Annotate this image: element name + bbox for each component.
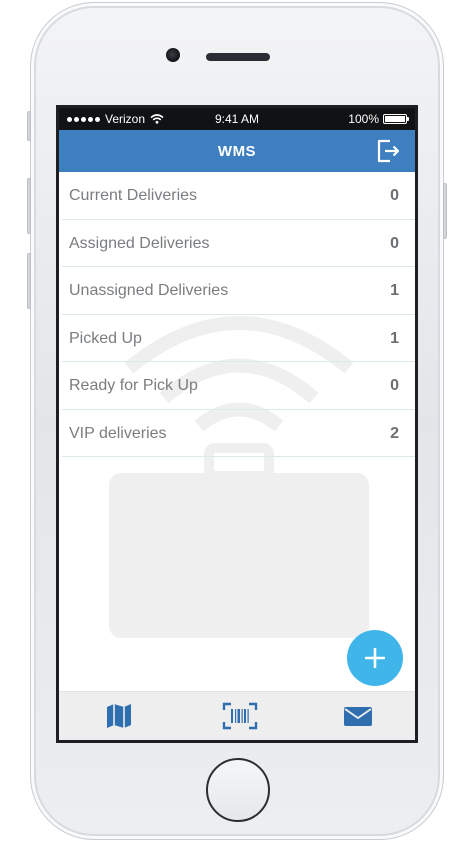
item-count: 0 — [390, 234, 399, 252]
logout-icon[interactable] — [375, 138, 401, 164]
item-count: 0 — [390, 187, 399, 204]
battery-percent: 100% — [348, 112, 379, 126]
nav-bar: WMS — [59, 130, 415, 172]
mute-switch — [27, 111, 31, 141]
volume-up-button — [27, 178, 31, 234]
list-item-picked-up[interactable]: Picked Up 1 — [62, 315, 415, 362]
list-item-ready-for-pick-up[interactable]: Ready for Pick Up 0 — [62, 362, 415, 410]
status-bar: Verizon 9:41 AM 100% — [59, 108, 415, 130]
status-right: 100% — [348, 112, 409, 126]
earpiece-speaker — [206, 53, 270, 61]
mail-icon[interactable] — [342, 702, 374, 730]
barcode-scan-icon[interactable] — [222, 702, 258, 730]
add-button[interactable] — [347, 630, 403, 686]
screen: Verizon 9:41 AM 100% WMS Current Deliver… — [56, 105, 418, 743]
battery-icon — [383, 114, 409, 124]
item-label: Assigned Deliveries — [69, 234, 210, 252]
item-label: VIP deliveries — [69, 424, 167, 442]
front-camera — [166, 48, 180, 62]
list-item-assigned-deliveries[interactable]: Assigned Deliveries 0 — [62, 220, 415, 267]
map-icon[interactable] — [103, 702, 135, 730]
page-title: WMS — [217, 143, 257, 160]
tab-bar — [59, 691, 415, 740]
item-count: 0 — [390, 377, 399, 394]
item-label: Unassigned Deliveries — [69, 282, 229, 299]
power-button — [443, 183, 447, 239]
item-count: 2 — [390, 424, 399, 442]
item-label: Current Deliveries — [69, 187, 198, 204]
volume-down-button — [27, 253, 31, 309]
list-item-current-deliveries[interactable]: Current Deliveries 0 — [62, 172, 415, 220]
list-item-vip-deliveries[interactable]: VIP deliveries 2 — [62, 410, 415, 457]
item-label: Ready for Pick Up — [69, 377, 198, 394]
home-button[interactable] — [206, 758, 270, 822]
item-label: Picked Up — [69, 329, 142, 347]
list-item-unassigned-deliveries[interactable]: Unassigned Deliveries 1 — [62, 267, 415, 315]
item-count: 1 — [390, 282, 399, 299]
item-count: 1 — [390, 329, 399, 347]
delivery-list: Current Deliveries 0 Assigned Deliveries… — [59, 172, 415, 457]
plus-icon — [365, 648, 385, 668]
